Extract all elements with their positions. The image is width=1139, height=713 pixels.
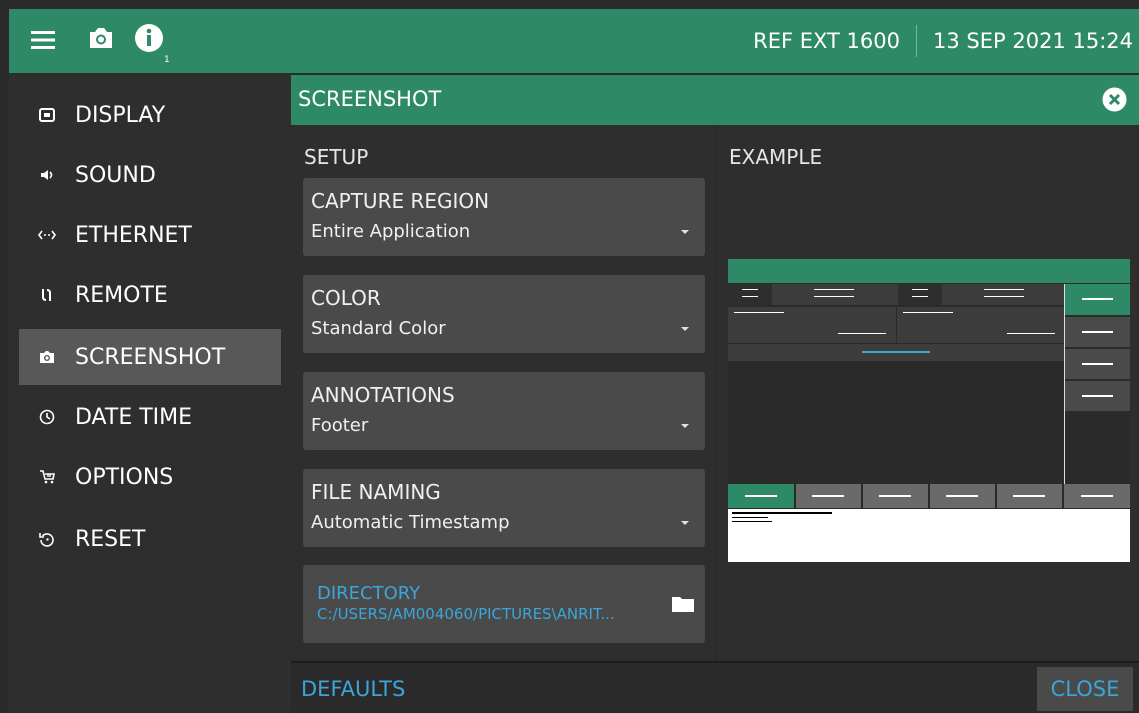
capture-region-dropdown[interactable]: CAPTURE REGION Entire Application	[303, 178, 705, 256]
directory-label: DIRECTORY	[317, 583, 421, 604]
date-time: 13 SEP 2021 15:24	[933, 29, 1133, 53]
folder-icon[interactable]	[671, 595, 695, 617]
annotations-dropdown[interactable]: ANNOTATIONS Footer	[303, 372, 705, 450]
preview-header	[728, 259, 1130, 283]
sidebar-item-label: OPTIONS	[75, 464, 174, 490]
cart-icon	[37, 467, 57, 487]
clock-icon	[37, 407, 57, 427]
menu-icon[interactable]	[31, 29, 55, 55]
speaker-icon	[37, 165, 57, 185]
field-label: FILE NAMING	[311, 480, 441, 504]
top-bar: 1 REF EXT 1600 13 SEP 2021 15:24	[9, 9, 1139, 73]
sidebar-item-reset[interactable]: RESET	[19, 511, 281, 567]
sidebar-item-ethernet[interactable]: ETHERNET	[19, 207, 281, 263]
ethernet-icon	[37, 225, 57, 245]
field-label: COLOR	[311, 286, 381, 310]
sidebar-item-label: DISPLAY	[75, 102, 166, 128]
sidebar-item-label: ETHERNET	[75, 222, 192, 248]
bottom-bar: DEFAULTS CLOSE	[291, 661, 1139, 713]
sidebar-item-label: DATE TIME	[75, 404, 193, 430]
remote-icon	[37, 285, 57, 305]
example-section: EXAMPLE	[717, 125, 1139, 661]
sidebar-item-label: REMOTE	[75, 282, 168, 308]
info-badge: 1	[164, 55, 170, 65]
preview-footer	[728, 509, 1130, 562]
sidebar-item-remote[interactable]: REMOTE	[19, 267, 281, 323]
sidebar: DISPLAY SOUND ETHERNET REMOTE SCREENSHOT…	[9, 73, 291, 711]
sidebar-item-label: RESET	[75, 526, 146, 552]
example-preview	[728, 259, 1130, 562]
chevron-down-icon	[681, 327, 689, 331]
field-value: Entire Application	[311, 221, 471, 242]
color-dropdown[interactable]: COLOR Standard Color	[303, 275, 705, 353]
chevron-down-icon	[681, 230, 689, 234]
directory-field[interactable]: DIRECTORY C:/USERS/AM004060/PICTURES\ANR…	[303, 565, 705, 643]
directory-path: C:/USERS/AM004060/PICTURES\ANRIT...	[317, 605, 615, 623]
setup-title: SETUP	[304, 145, 369, 169]
preview-tabs	[728, 284, 1064, 305]
display-icon	[37, 105, 57, 125]
camera-icon	[37, 347, 57, 367]
sidebar-item-date-time[interactable]: DATE TIME	[19, 389, 281, 445]
chevron-down-icon	[681, 521, 689, 525]
sidebar-item-options[interactable]: OPTIONS	[19, 449, 281, 505]
file-naming-dropdown[interactable]: FILE NAMING Automatic Timestamp	[303, 469, 705, 547]
close-label: CLOSE	[1050, 677, 1120, 701]
chevron-down-icon	[681, 424, 689, 428]
sidebar-item-display[interactable]: DISPLAY	[19, 87, 281, 143]
field-value: Automatic Timestamp	[311, 512, 510, 533]
field-label: CAPTURE REGION	[311, 189, 490, 213]
setup-section: SETUP CAPTURE REGION Entire Application …	[291, 125, 715, 661]
defaults-button[interactable]: DEFAULTS	[301, 677, 405, 701]
sidebar-item-label: SCREENSHOT	[75, 344, 226, 370]
ref-label: REF EXT 1600	[753, 29, 901, 53]
sidebar-item-sound[interactable]: SOUND	[19, 147, 281, 203]
sidebar-item-screenshot[interactable]: SCREENSHOT	[19, 329, 281, 385]
close-icon[interactable]	[1101, 86, 1128, 113]
camera-icon[interactable]	[87, 25, 115, 55]
example-title: EXAMPLE	[729, 145, 823, 169]
field-value: Standard Color	[311, 318, 446, 339]
reset-icon	[37, 529, 57, 549]
panel-header: SCREENSHOT	[291, 75, 1139, 125]
field-label: ANNOTATIONS	[311, 383, 455, 407]
sidebar-item-label: SOUND	[75, 162, 156, 188]
field-value: Footer	[311, 415, 369, 436]
header-divider	[916, 25, 918, 57]
close-button[interactable]: CLOSE	[1037, 667, 1133, 711]
panel-title: SCREENSHOT	[298, 87, 442, 111]
info-icon[interactable]	[134, 23, 164, 57]
